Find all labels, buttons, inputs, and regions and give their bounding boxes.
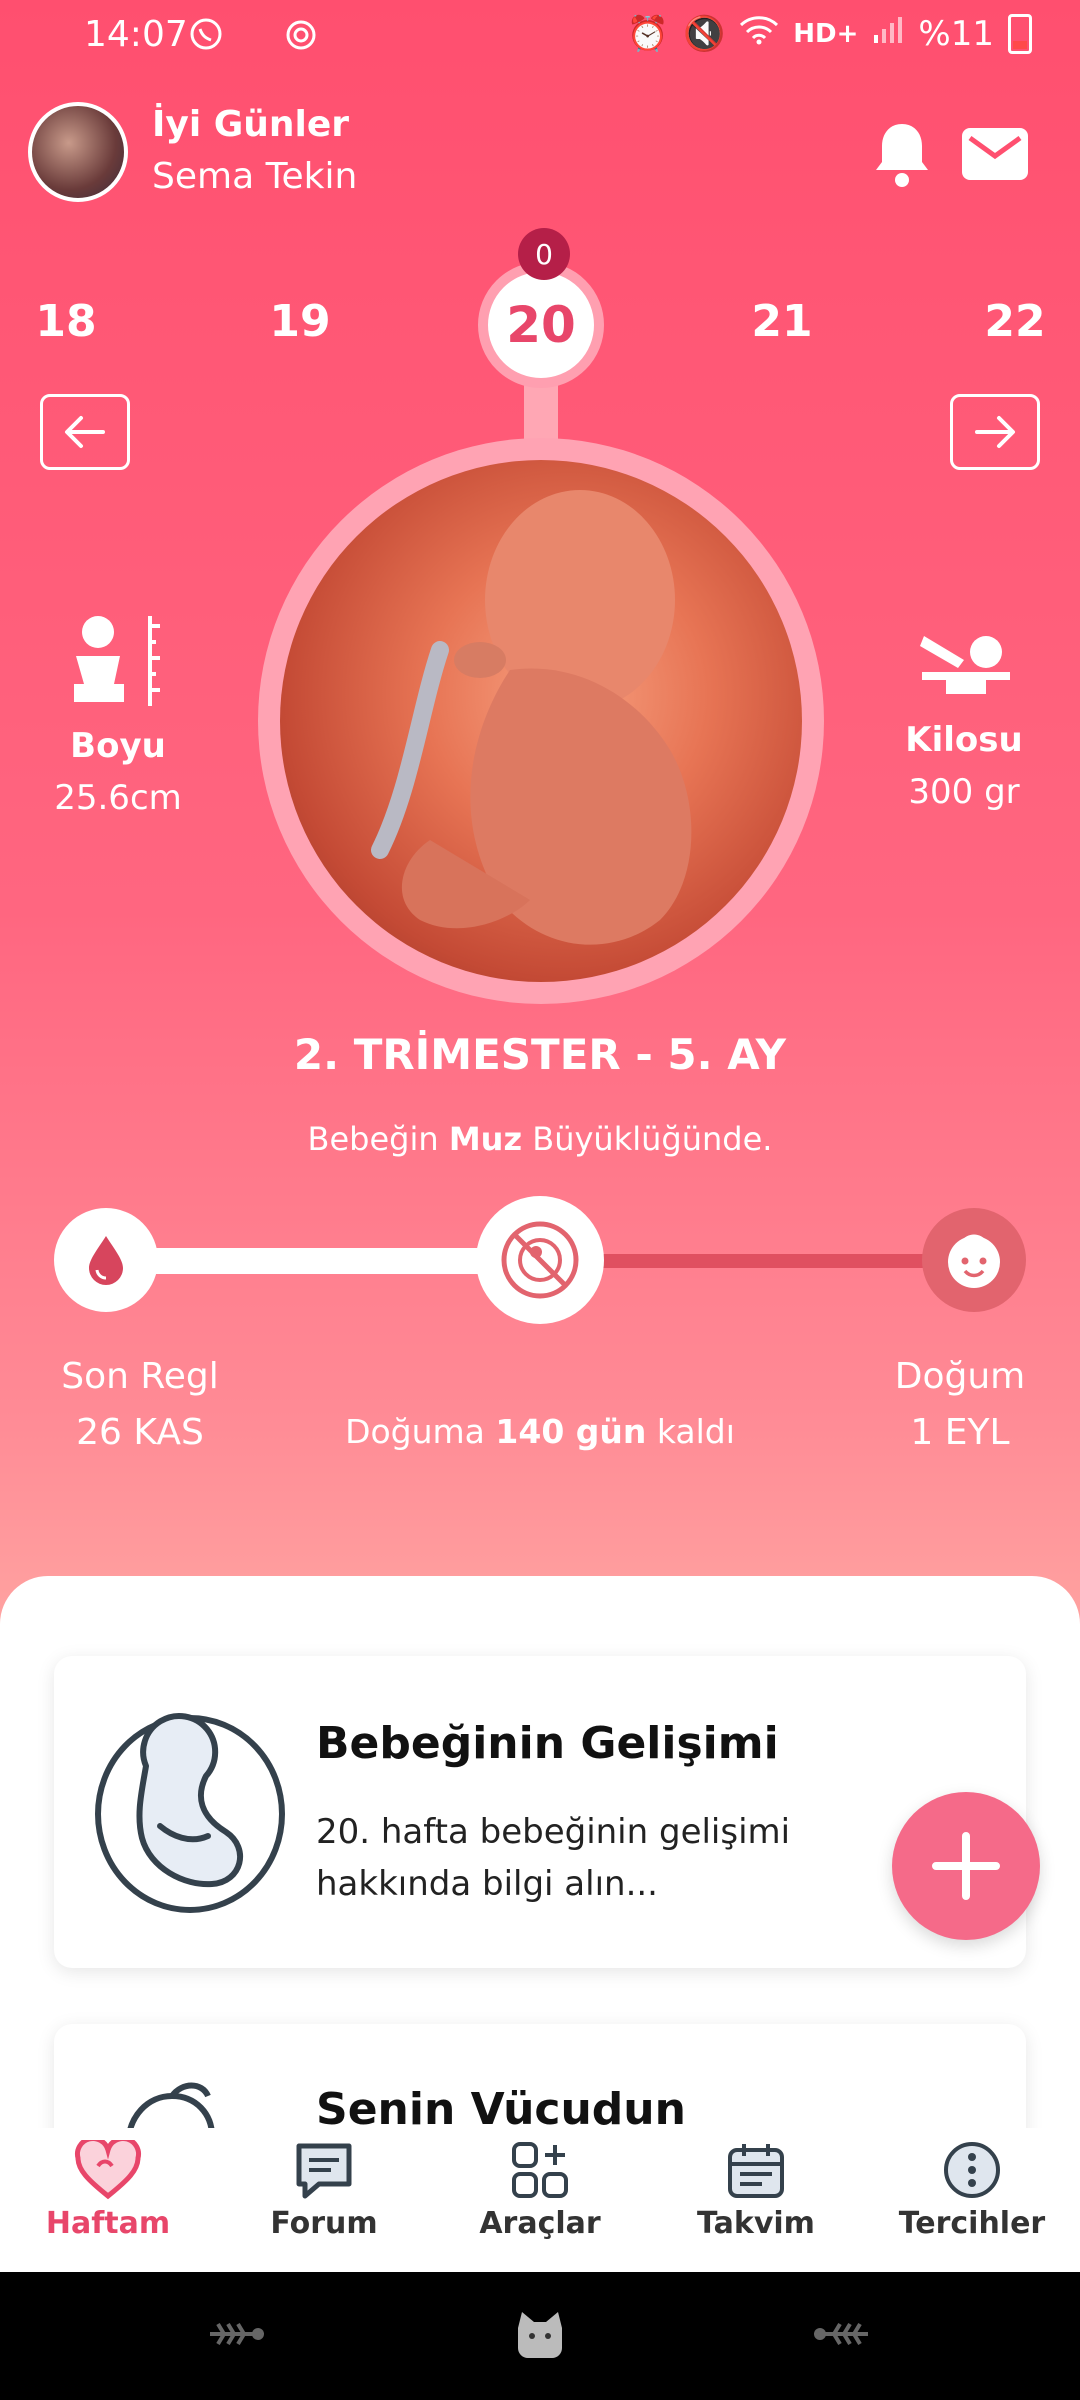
end-label: Doğum <box>894 1356 1026 1397</box>
network-type: HD+ <box>793 19 859 49</box>
prev-week-button[interactable] <box>40 394 130 470</box>
fetus-progress-icon <box>476 1196 604 1324</box>
height-label: Boyu <box>70 726 166 766</box>
signal-icon <box>872 14 904 54</box>
app-screen: 14:07 ⏰ 🔇 HD+ %11 İyi Günler Sema Tekin <box>0 0 1080 2272</box>
week-badge: 0 <box>518 228 570 280</box>
grid-plus-icon <box>512 2142 568 2198</box>
week-22[interactable]: 22 <box>955 296 1075 347</box>
arrow-left-icon <box>65 416 105 448</box>
size-suffix: Büyüklüğünde. <box>522 1120 773 1158</box>
countdown-prefix: Doğuma <box>345 1412 496 1451</box>
status-time: 14:07 <box>84 14 188 55</box>
plus-icon <box>932 1832 1000 1900</box>
baby-scale-icon <box>916 616 1016 704</box>
status-right: ⏰ 🔇 HD+ %11 <box>627 14 1032 54</box>
mute-icon: 🔇 <box>682 14 726 54</box>
more-vertical-icon <box>944 2142 1000 2198</box>
baby-face-icon <box>922 1208 1026 1312</box>
countdown-value: 140 gün <box>495 1412 647 1451</box>
nav-label: Araçlar <box>479 2206 601 2241</box>
start-label: Son Regl <box>61 1356 219 1397</box>
mail-icon[interactable] <box>960 126 1030 182</box>
nav-takvim[interactable]: Takvim <box>648 2140 864 2241</box>
weight-value: 300 gr <box>908 772 1020 812</box>
arrow-right-icon <box>975 416 1015 448</box>
wifi-icon <box>739 14 779 54</box>
size-fruit: Muz <box>448 1120 523 1158</box>
countdown: Doğuma 140 gün kaldı <box>300 1412 780 1451</box>
user-name: Sema Tekin <box>152 156 358 197</box>
end-date: 1 EYL <box>910 1412 1010 1453</box>
trimester-title: 2. TRİMESTER - 5. AY <box>293 1030 787 1079</box>
week-stem <box>524 380 558 440</box>
sync-icon <box>284 18 318 61</box>
nav-label: Forum <box>270 2206 378 2241</box>
whatsapp-icon <box>188 16 224 61</box>
timeline-progress <box>100 1248 540 1274</box>
countdown-suffix: kaldı <box>646 1412 735 1451</box>
system-nav-bar <box>0 2272 1080 2400</box>
week-current[interactable]: 20 <box>478 262 604 388</box>
bottom-nav: Haftam Forum Araçlar Takvim Tercihler <box>0 2128 1080 2272</box>
card-title: Bebeğinin Gelişimi <box>316 1718 779 1769</box>
nav-label: Takvim <box>697 2206 815 2241</box>
card-desc-line2: hakkında bilgi alın... <box>316 1864 658 1904</box>
week-18[interactable]: 18 <box>6 296 126 347</box>
card-desc-line1: 20. hafta bebeğinin gelişimi <box>316 1812 791 1852</box>
chat-icon <box>296 2143 352 2199</box>
size-prefix: Bebeğin <box>307 1120 449 1158</box>
cat-icon[interactable] <box>512 2310 568 2366</box>
week-19[interactable]: 19 <box>240 296 360 347</box>
weight-label: Kilosu <box>905 720 1023 760</box>
week-21[interactable]: 21 <box>722 296 842 347</box>
battery-percent: %11 <box>918 14 994 54</box>
fetus-outline-icon <box>90 1706 290 1920</box>
period-drop-icon <box>54 1208 158 1312</box>
nav-forum[interactable]: Forum <box>216 2140 432 2241</box>
status-bar: 14:07 ⏰ 🔇 HD+ %11 <box>0 0 1080 80</box>
bell-icon[interactable] <box>870 118 934 190</box>
nav-label: Haftam <box>45 2206 171 2241</box>
fetus-image <box>280 460 802 982</box>
next-week-button[interactable] <box>950 394 1040 470</box>
calendar-icon <box>728 2144 784 2198</box>
nav-label: Tercihler <box>898 2206 1046 2241</box>
avatar[interactable] <box>28 102 128 202</box>
baby-height-icon <box>62 612 166 716</box>
fishbone-icon[interactable] <box>810 2314 874 2358</box>
battery-icon <box>1008 14 1032 54</box>
nav-tercihler[interactable]: Tercihler <box>864 2140 1080 2241</box>
nav-haftam[interactable]: Haftam <box>0 2140 216 2241</box>
start-date: 26 KAS <box>76 1412 204 1453</box>
nav-araclar[interactable]: Araçlar <box>432 2140 648 2241</box>
greeting: İyi Günler <box>152 104 350 145</box>
fishbone-icon[interactable] <box>204 2314 268 2358</box>
heart-icon <box>74 2140 142 2200</box>
timeline-remaining <box>540 1254 980 1268</box>
baby-development-card[interactable]: Bebeğinin Gelişimi 20. hafta bebeğinin g… <box>54 1656 1026 1968</box>
height-value: 25.6cm <box>54 778 182 818</box>
alarm-icon: ⏰ <box>626 14 669 54</box>
size-comparison: Bebeğin Muz Büyüklüğünde. <box>0 1120 1080 1158</box>
add-fab-button[interactable] <box>892 1792 1040 1940</box>
